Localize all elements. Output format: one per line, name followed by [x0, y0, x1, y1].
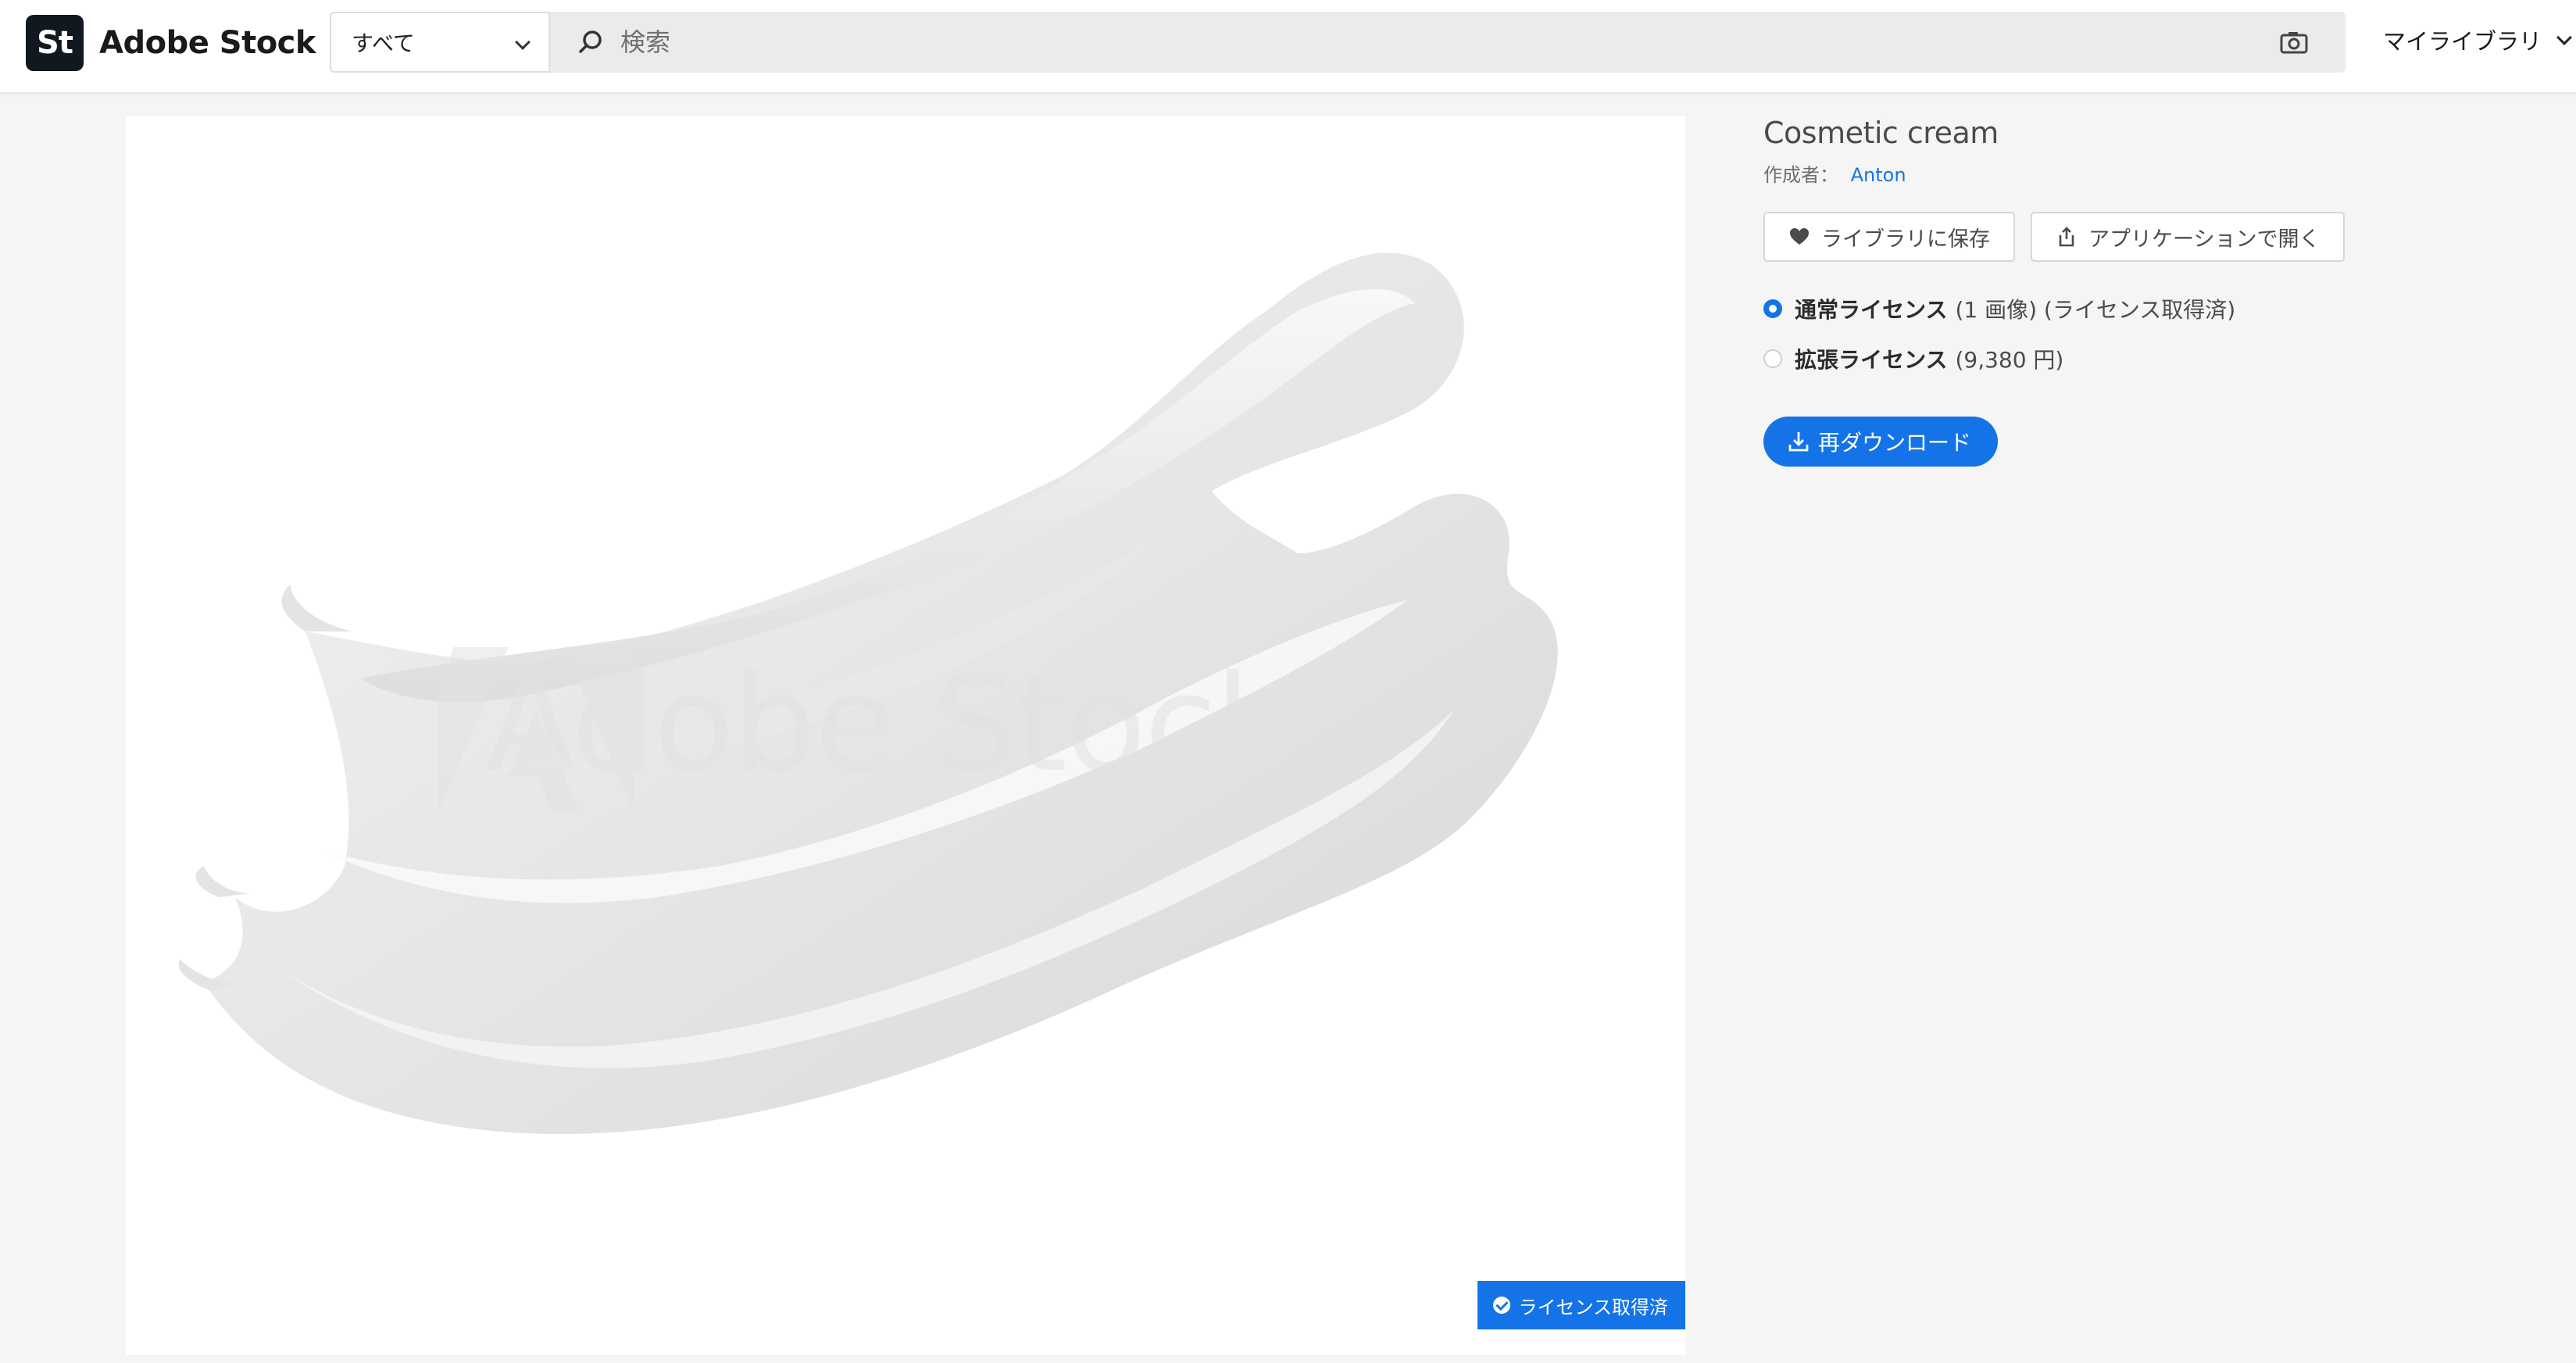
open-in-app-button[interactable]: アプリケーションで開く	[2031, 212, 2346, 262]
my-library-menu[interactable]: マイライブラリ	[2383, 23, 2572, 56]
open-in-app-label: アプリケーションで開く	[2088, 227, 2321, 252]
radio-selected-icon[interactable]	[1763, 299, 1782, 318]
chevron-down-icon	[515, 34, 531, 50]
licensed-badge-label: ライセンス取得済	[1518, 1296, 1668, 1318]
author-prefix: 作成者：	[1763, 164, 1838, 186]
asset-actions: ライブラリに保存 アプリケーションで開く	[1763, 212, 2388, 262]
logo-text: Adobe Stock	[99, 25, 316, 61]
check-circle-icon	[1493, 1297, 1511, 1314]
license-detail: (1 画像) (ライセンス取得済)	[1955, 297, 2236, 323]
search-input[interactable]	[606, 12, 2277, 73]
license-detail: (9,380 円)	[1955, 347, 2064, 373]
asset-preview[interactable]: Adobe Stock ライセンス取得済	[126, 116, 1685, 1355]
watermark: Adobe Stock	[438, 647, 1292, 811]
license-name: 通常ライセンス	[1795, 297, 1948, 323]
author-link[interactable]: Anton	[1851, 164, 1906, 186]
redownload-button[interactable]: 再ダウンロード	[1763, 417, 1999, 467]
save-to-library-button[interactable]: ライブラリに保存	[1763, 212, 2015, 262]
search-scope-select[interactable]: すべて	[330, 12, 550, 73]
license-options: 通常ライセンス (1 画像) (ライセンス取得済) 拡張ライセンス (9,380…	[1763, 288, 2388, 379]
asset-details: Cosmetic cream 作成者： Anton ライブラリに保存 アプリケー…	[1763, 116, 2388, 467]
licensed-badge: ライセンス取得済	[1477, 1281, 1685, 1329]
license-name: 拡張ライセンス	[1795, 347, 1948, 373]
adobe-stock-logo[interactable]: St Adobe Stock	[26, 15, 316, 71]
adobe-logo-icon	[438, 647, 634, 811]
download-icon	[1788, 432, 1809, 452]
top-header: St Adobe Stock すべて マイライブラリ	[0, 0, 2576, 92]
chevron-down-icon	[2556, 30, 2572, 45]
author-line: 作成者： Anton	[1763, 159, 2388, 187]
save-to-library-label: ライブラリに保存	[1821, 227, 1990, 252]
search-scope-label: すべて	[352, 30, 415, 56]
share-icon	[2059, 227, 2074, 247]
search-icon	[575, 27, 606, 58]
my-library-label: マイライブラリ	[2383, 28, 2542, 55]
logo-badge: St	[26, 15, 84, 71]
radio-unselected-icon[interactable]	[1763, 349, 1782, 368]
license-option-standard[interactable]: 通常ライセンス (1 画像) (ライセンス取得済)	[1763, 288, 2388, 329]
redownload-label: 再ダウンロード	[1818, 430, 1972, 456]
heart-icon	[1790, 228, 1809, 245]
visual-search-camera-icon[interactable]	[2277, 25, 2311, 59]
search-bar: すべて	[330, 12, 2346, 73]
license-option-extended[interactable]: 拡張ライセンス (9,380 円)	[1763, 338, 2388, 379]
asset-title: Cosmetic cream	[1763, 116, 1999, 150]
